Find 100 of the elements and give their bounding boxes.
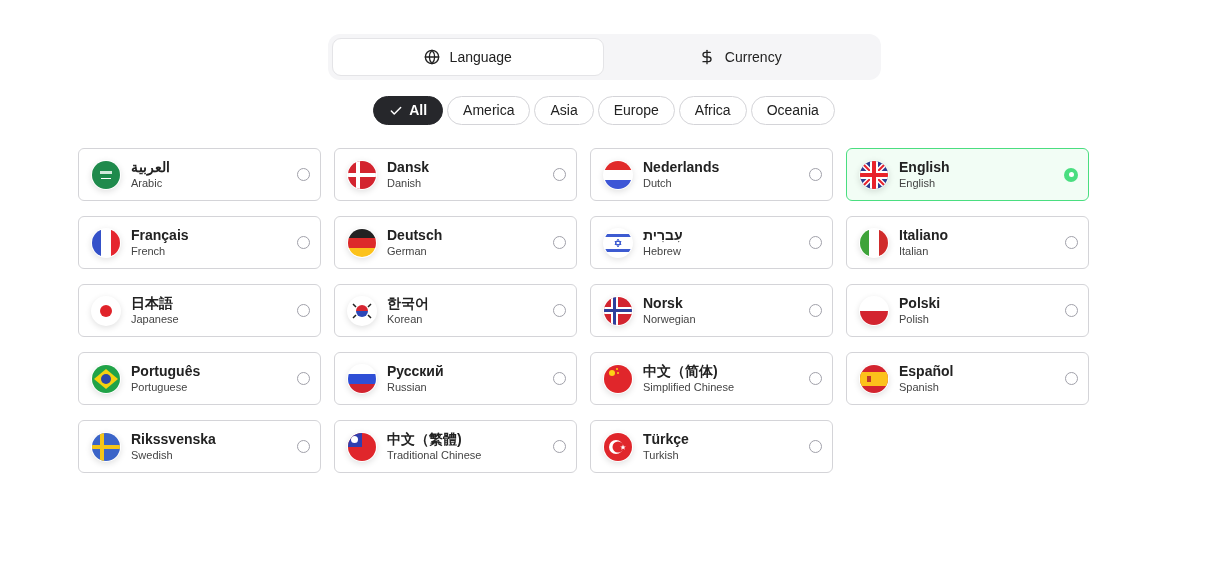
radio-button[interactable] — [1064, 167, 1078, 182]
flag-icon — [91, 295, 121, 326]
language-option[interactable]: 中文（繁體) Traditional Chinese — [334, 420, 577, 473]
radio-button[interactable] — [553, 440, 566, 453]
radio-button[interactable] — [553, 236, 566, 249]
language-name: Русский — [387, 362, 445, 380]
radio-button[interactable] — [297, 304, 310, 317]
language-option[interactable]: Deutsch German — [334, 216, 577, 269]
flag-icon — [859, 159, 889, 190]
language-label: Polish — [899, 312, 930, 327]
flag-icon — [603, 227, 633, 258]
radio-button[interactable] — [1065, 304, 1078, 317]
flag-icon — [603, 431, 633, 462]
language-name: 中文（繁體) — [387, 430, 463, 448]
language-label: Danish — [387, 176, 423, 191]
radio-button[interactable] — [809, 440, 822, 453]
language-option[interactable]: Français French — [78, 216, 321, 269]
language-label: Italian — [899, 244, 930, 259]
language-label: French — [131, 244, 167, 259]
language-label: Turkish — [643, 448, 680, 463]
language-name: Italiano — [899, 226, 949, 244]
radio-button[interactable] — [297, 236, 310, 249]
language-option[interactable]: Español Spanish — [846, 352, 1089, 405]
filter-chip[interactable]: Oceania — [750, 96, 835, 125]
flag-icon — [91, 159, 121, 190]
language-option[interactable]: Italiano Italian — [846, 216, 1089, 269]
radio-button[interactable] — [297, 168, 310, 181]
language-label: Dutch — [643, 176, 673, 191]
language-option[interactable]: Português Portuguese — [78, 352, 321, 405]
radio-button[interactable] — [809, 372, 822, 385]
radio-button[interactable] — [1065, 236, 1078, 249]
flag-icon — [603, 295, 633, 326]
radio-button[interactable] — [809, 236, 822, 249]
radio-button[interactable] — [1065, 372, 1078, 385]
language-option[interactable]: Русский Russian — [334, 352, 577, 405]
filter-chip[interactable]: All — [373, 96, 444, 125]
language-option[interactable]: Dansk Danish — [334, 148, 577, 201]
filter-chip[interactable]: Africa — [678, 96, 747, 125]
radio-button[interactable] — [809, 304, 822, 317]
flag-icon — [347, 159, 377, 190]
language-name: Dansk — [387, 158, 431, 176]
language-option[interactable]: Rikssvenska Swedish — [78, 420, 321, 473]
radio-button[interactable] — [809, 168, 822, 181]
language-label: Korean — [387, 312, 424, 327]
language-option[interactable]: 日本語 Japanese — [78, 284, 321, 337]
language-name: Français — [131, 226, 190, 244]
flag-icon — [859, 295, 889, 326]
flag-icon — [347, 363, 377, 394]
language-label: Arabic — [131, 176, 164, 191]
language-option[interactable]: English English — [846, 148, 1089, 201]
language-option[interactable]: Nederlands Dutch — [590, 148, 833, 201]
language-label: Norwegian — [643, 312, 697, 327]
flag-icon — [603, 159, 633, 190]
flag-icon — [347, 431, 377, 462]
language-name: Nederlands — [643, 158, 721, 176]
language-name: Norsk — [643, 294, 684, 312]
language-name: Rikssvenska — [131, 430, 217, 448]
language-option[interactable]: 中文（简体) Simplified Chinese — [590, 352, 833, 405]
language-name: Português — [131, 362, 202, 380]
language-name: 한국어 — [387, 294, 430, 312]
flag-icon — [859, 363, 889, 394]
flag-icon — [347, 295, 377, 326]
radio-button[interactable] — [297, 372, 310, 385]
language-name: Polski — [899, 294, 942, 312]
language-label: Spanish — [899, 380, 940, 395]
language-label: German — [387, 244, 428, 259]
language-name: العربية — [131, 158, 171, 176]
language-label: Japanese — [131, 312, 180, 327]
flag-icon — [603, 363, 633, 394]
language-option[interactable]: Türkçe Turkish — [590, 420, 833, 473]
radio-button[interactable] — [553, 372, 566, 385]
flag-icon — [91, 363, 121, 394]
filter-chip[interactable]: America — [447, 96, 531, 125]
filter-chip[interactable]: Europe — [597, 96, 675, 125]
language-option[interactable]: Polski Polish — [846, 284, 1089, 337]
language-option[interactable]: Norsk Norwegian — [590, 284, 833, 337]
language-label: Russian — [387, 380, 428, 395]
tab[interactable]: Currency — [604, 38, 877, 76]
language-label: English — [899, 176, 937, 191]
language-name: עִברִית — [643, 226, 684, 244]
flag-icon — [91, 227, 121, 258]
language-label: Hebrew — [643, 244, 682, 259]
globe-icon — [423, 49, 440, 65]
language-option[interactable]: 한국어 Korean — [334, 284, 577, 337]
filter-chip[interactable]: Asia — [534, 96, 594, 125]
flag-icon — [347, 227, 377, 258]
radio-button[interactable] — [297, 440, 310, 453]
flag-icon — [859, 227, 889, 258]
language-label: Simplified Chinese — [643, 380, 736, 395]
flag-icon — [91, 431, 121, 462]
language-label: Traditional Chinese — [387, 448, 483, 463]
language-name: English — [899, 158, 951, 176]
language-label: Portuguese — [131, 380, 189, 395]
language-name: Deutsch — [387, 226, 444, 244]
language-name: 中文（简体) — [643, 362, 719, 380]
tab[interactable]: Language — [331, 38, 604, 76]
radio-button[interactable] — [553, 168, 566, 181]
language-label: Swedish — [131, 448, 174, 463]
language-name: Türkçe — [643, 430, 690, 448]
radio-button[interactable] — [553, 304, 566, 317]
